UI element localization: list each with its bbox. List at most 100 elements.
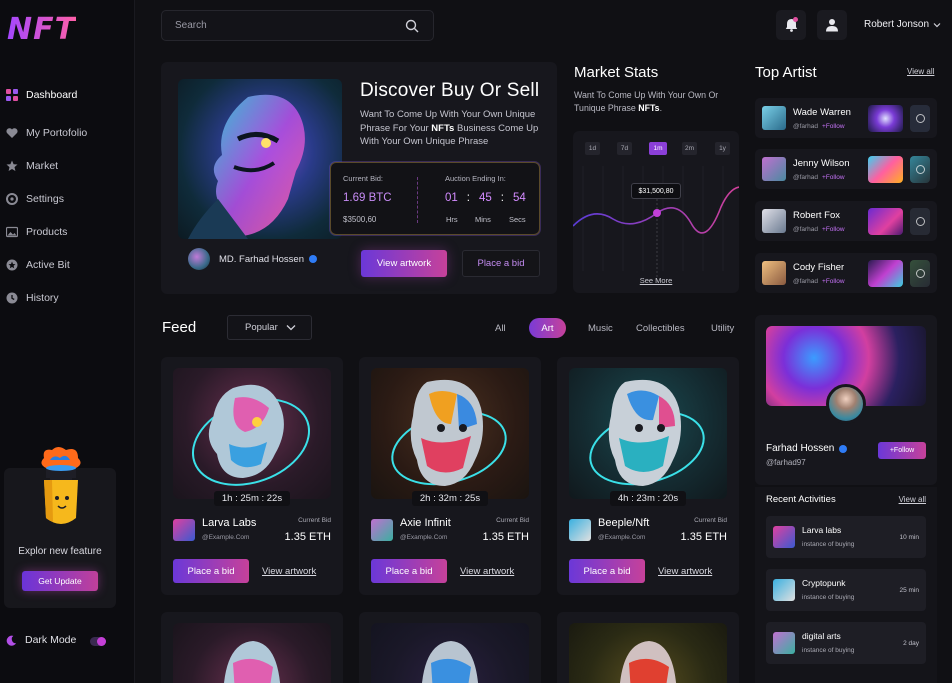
view-artwork-link[interactable]: View artwork [262, 566, 316, 577]
sidebar-item-dashboard[interactable]: Dashboard [6, 78, 131, 111]
activity-item[interactable]: Cryptopunk instance of buying 25 min [766, 569, 926, 611]
follow-link[interactable]: +Follow [822, 226, 845, 233]
hero-owner[interactable]: MD. Farhad Hossen [188, 248, 318, 270]
activity-item[interactable]: Larva labs instance of buying 10 min [766, 516, 926, 558]
sidebar-item-market[interactable]: Market [6, 149, 131, 182]
sidebar-item-active-bit[interactable]: Active Bit [6, 248, 131, 281]
avatar [762, 209, 786, 233]
view-artwork-button[interactable]: View artwork [361, 250, 447, 277]
follow-link[interactable]: +Follow [822, 278, 845, 285]
play-icon[interactable] [916, 217, 925, 226]
sort-dropdown[interactable]: Popular [227, 315, 312, 340]
artist-row[interactable]: Jenny Wilson @farhad +Follow [755, 149, 937, 189]
top-artist-view-all-link[interactable]: View all [907, 67, 934, 76]
nft-card[interactable]: 1h : 25m : 22s Larva Labs @Example.Com C… [161, 357, 343, 595]
play-icon[interactable] [916, 114, 925, 123]
follow-button[interactable]: +Follow [878, 442, 926, 459]
avatar[interactable] [826, 384, 866, 424]
nft-name: Larva Labs [202, 517, 257, 529]
get-update-button[interactable]: Get Update [22, 571, 98, 591]
owner-name: MD. Farhad Hossen [219, 253, 305, 265]
ms-desc-end: . [659, 103, 663, 113]
filter-all[interactable]: All [495, 323, 506, 334]
nft-image[interactable] [569, 368, 727, 499]
nft-card[interactable] [359, 612, 541, 683]
place-bid-button[interactable]: Place a bid [462, 250, 540, 277]
hero-desc-bold: NFTs [431, 122, 455, 134]
app-logo[interactable]: NFT [7, 12, 76, 47]
countdown-seconds: 54 [513, 192, 526, 204]
robot-head-artwork [422, 641, 479, 683]
dark-mode-label: Dark Mode [25, 634, 77, 646]
sidebar-item-label: My Portofolio [26, 126, 88, 139]
robot-head-artwork [224, 641, 281, 683]
recent-activities-title: Recent Activities [766, 494, 836, 505]
username-label: Robert Jonson [864, 19, 930, 30]
auction-countdown: 01 : 45 : 54 [445, 192, 526, 204]
avatar [762, 157, 786, 181]
filter-art[interactable]: Art [529, 318, 566, 338]
play-icon[interactable] [916, 165, 925, 174]
recent-view-all-link[interactable]: View all [899, 495, 926, 504]
artist-row[interactable]: Robert Fox @farhad +Follow [755, 201, 937, 241]
auction-timer: 1h : 25m : 22s [161, 491, 343, 506]
artist-handle-text: @farhad [793, 123, 819, 130]
dark-mode-toggle[interactable] [90, 637, 106, 646]
nft-card[interactable]: 2h : 32m : 25s Axie Infinit @Example.Com… [359, 357, 541, 595]
view-artwork-link[interactable]: View artwork [658, 566, 712, 577]
follow-link[interactable]: +Follow [822, 123, 845, 130]
nft-card[interactable]: 4h : 23m : 20s Beeple/Nft @Example.Com C… [557, 357, 739, 595]
filter-collectibles[interactable]: Collectibles [636, 323, 685, 334]
see-more-link[interactable]: See More [573, 276, 739, 285]
place-bid-button[interactable]: Place a bid [371, 559, 447, 583]
hero-artwork[interactable] [178, 79, 342, 239]
chevron-down-icon [286, 325, 296, 331]
nft-card[interactable] [557, 612, 739, 683]
activity-time: 2 day [903, 640, 919, 647]
activity-name: Cryptopunk [802, 578, 846, 588]
nft-card[interactable] [161, 612, 343, 683]
view-artwork-link[interactable]: View artwork [460, 566, 514, 577]
follow-link[interactable]: +Follow [822, 174, 845, 181]
user-avatar-button[interactable] [817, 10, 847, 40]
sidebar-item-products[interactable]: Products [6, 215, 131, 248]
nft-image[interactable] [371, 623, 529, 683]
place-bid-button[interactable]: Place a bid [173, 559, 249, 583]
star-icon [6, 160, 18, 171]
notification-button[interactable] [776, 10, 806, 40]
price-tooltip: $31,500,80 [631, 183, 681, 199]
ms-desc-bold: NFTs [638, 103, 660, 113]
search-icon[interactable] [405, 19, 419, 33]
sidebar-item-settings[interactable]: Settings [6, 182, 131, 215]
search-input[interactable]: Search [161, 10, 434, 41]
nft-image[interactable] [173, 368, 331, 499]
notification-dot [793, 17, 798, 22]
feed-title: Feed [162, 319, 197, 336]
nft-image[interactable] [569, 623, 727, 683]
nft-image[interactable] [371, 368, 529, 499]
price-marker[interactable] [653, 209, 661, 217]
price-line-chart [573, 166, 739, 281]
activity-item[interactable]: digital arts instance of buying 2 day [766, 622, 926, 664]
sidebar-item-label: History [26, 291, 59, 304]
activity-desc: instance of buying [802, 541, 855, 548]
place-bid-button[interactable]: Place a bid [569, 559, 645, 583]
filter-utility[interactable]: Utility [711, 323, 734, 334]
user-icon [826, 19, 838, 32]
promo-text: Explor new feature [18, 546, 102, 557]
artist-row[interactable]: Cody Fisher @farhad +Follow [755, 253, 937, 293]
play-icon[interactable] [916, 269, 925, 278]
activity-name: digital arts [802, 631, 841, 641]
activity-thumbnail [773, 526, 795, 548]
sidebar-item-portfolio[interactable]: My Portofolio [6, 116, 131, 149]
filter-music[interactable]: Music [588, 323, 613, 334]
auction-timer: 2h : 32m : 25s [359, 491, 541, 506]
artist-row[interactable]: Wade Warren @farhad +Follow [755, 98, 937, 138]
hrs-label: Hrs [446, 215, 458, 224]
user-menu[interactable]: Robert Jonson [864, 19, 941, 30]
sidebar-item-history[interactable]: History [6, 281, 131, 314]
nft-image[interactable] [173, 623, 331, 683]
market-stats-description: Want To Come Up With Your Own Or Tunique… [574, 89, 739, 115]
heart-icon [6, 127, 18, 138]
timer-text: 4h : 23m : 20s [609, 491, 687, 506]
